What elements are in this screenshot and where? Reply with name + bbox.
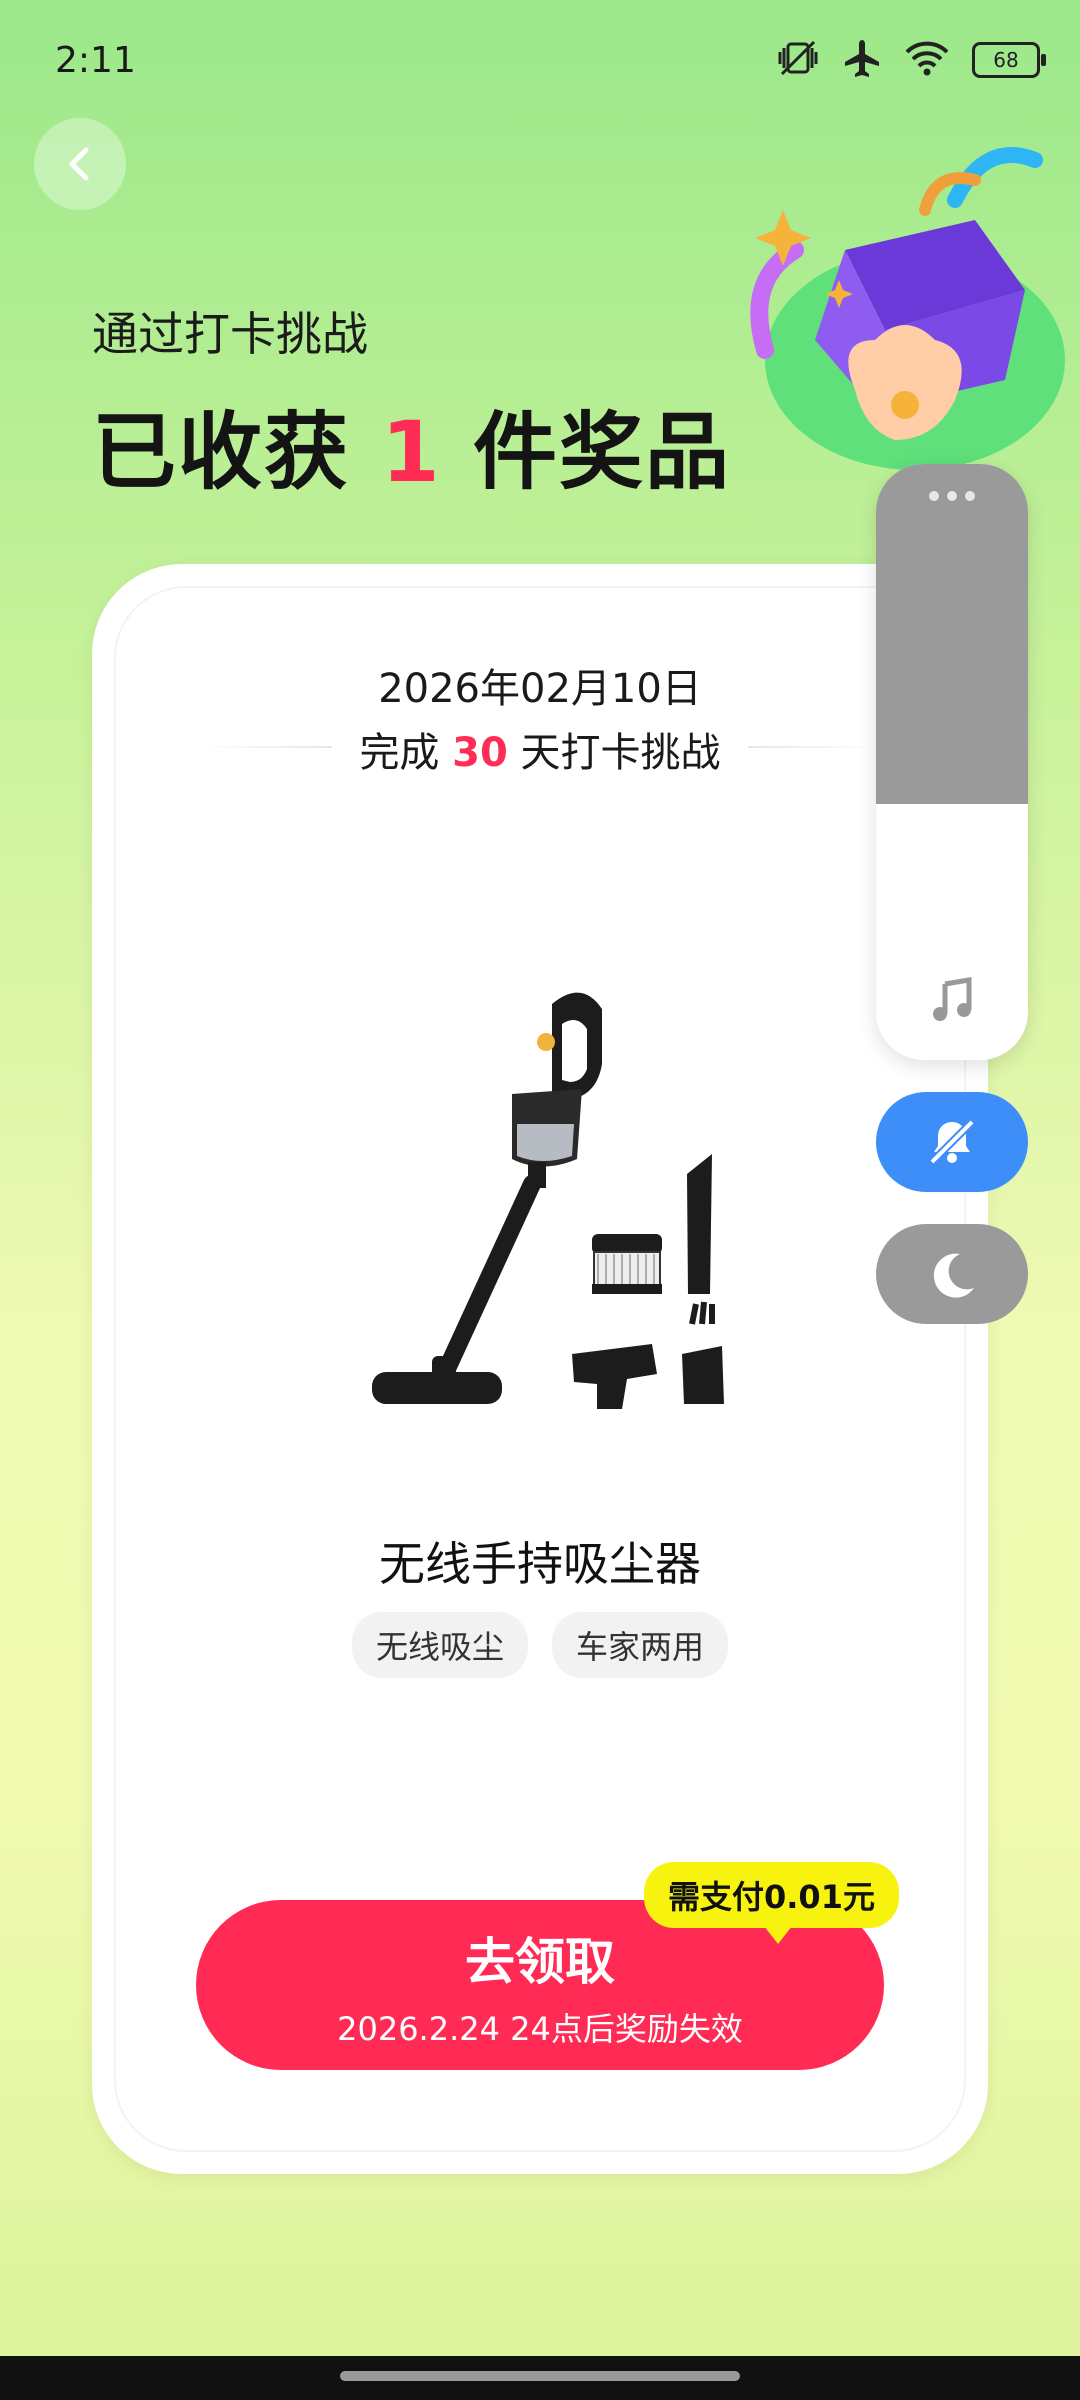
- status-icons: 68: [776, 38, 1046, 82]
- home-gesture-handle[interactable]: [340, 2371, 740, 2381]
- challenge-suffix: 天打卡挑战: [520, 730, 721, 776]
- vibrate-off-icon: [776, 38, 820, 82]
- volume-level-fill: [876, 464, 1028, 804]
- bell-off-icon: [929, 1119, 975, 1165]
- headline-subtitle: 通过打卡挑战: [92, 307, 368, 361]
- headline-suffix: 件奖品: [472, 403, 731, 501]
- payment-note-badge: 需支付0.01元: [644, 1862, 899, 1944]
- music-note-icon: [876, 976, 1028, 1030]
- status-time: 2:11: [55, 40, 136, 81]
- product-name: 无线手持吸尘器: [379, 1537, 701, 1591]
- challenge-prefix: 完成: [359, 730, 440, 776]
- ring-mute-toggle[interactable]: [876, 1092, 1028, 1192]
- do-not-disturb-toggle[interactable]: [876, 1224, 1028, 1324]
- gift-box-illustration: [750, 147, 1065, 470]
- product-tag: 车家两用: [552, 1612, 729, 1678]
- headline-title: 已收获 1 件奖品: [92, 385, 731, 506]
- back-button[interactable]: [34, 118, 126, 210]
- wifi-icon: [904, 40, 950, 80]
- reward-date: 2026年02月10日: [378, 666, 702, 712]
- airplane-icon: [842, 38, 882, 82]
- challenge-text: 完成 30 天打卡挑战: [92, 720, 988, 778]
- moon-icon: [933, 1253, 974, 1298]
- product-tags: 无线吸尘 车家两用: [92, 1612, 988, 1678]
- prize-count: 1: [381, 403, 442, 501]
- headline-prefix: 已收获: [92, 403, 351, 501]
- product-tag: 无线吸尘: [351, 1612, 528, 1678]
- claim-expiry-text: 2026.2.24 24点后奖励失效: [337, 2010, 743, 2048]
- challenge-days: 30: [452, 730, 508, 776]
- status-bar: 2:11 68: [0, 0, 1080, 120]
- vacuum-cleaner-image: [372, 992, 724, 1409]
- battery-icon: 68: [972, 42, 1046, 78]
- volume-slider[interactable]: [876, 464, 1028, 1060]
- chevron-left-icon: [69, 147, 89, 181]
- more-dots-icon[interactable]: [876, 488, 1028, 508]
